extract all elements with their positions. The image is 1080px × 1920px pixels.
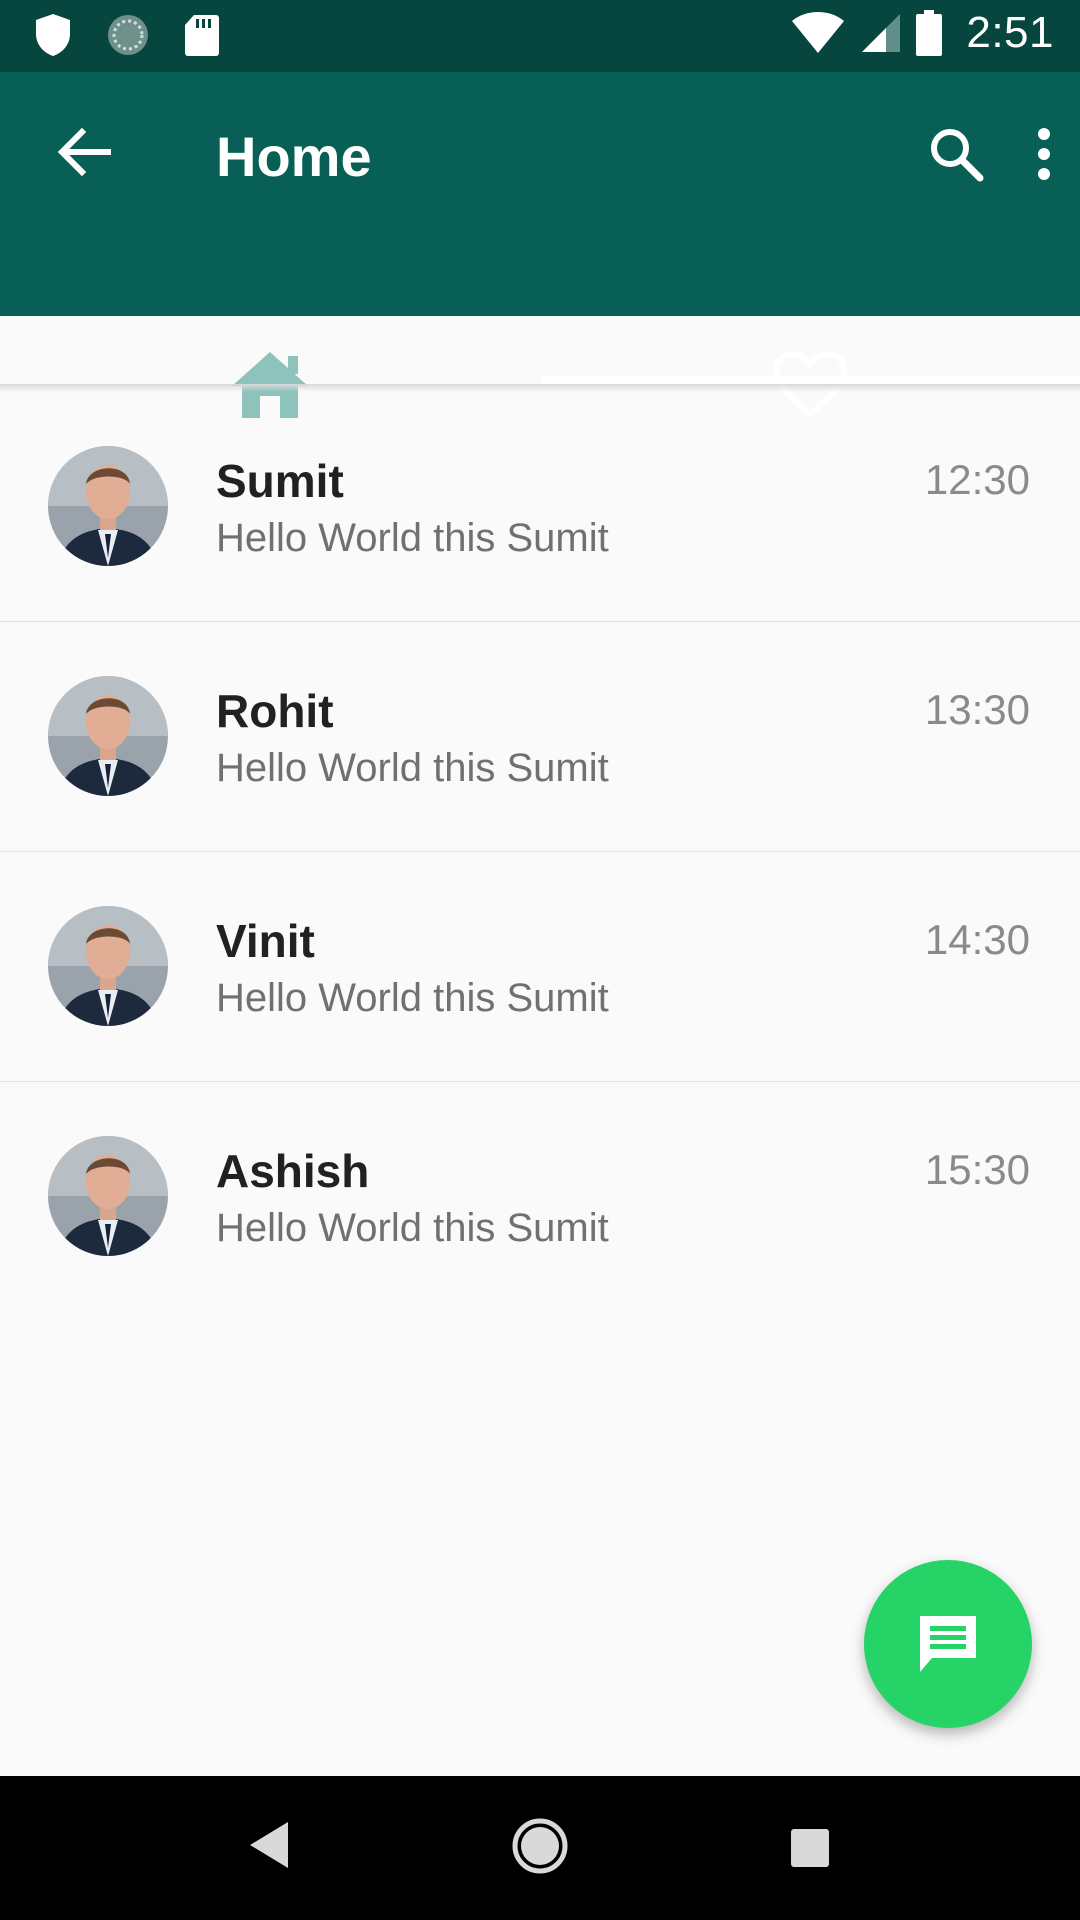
sd-card-icon (185, 15, 219, 56)
chat-name: Ashish (216, 1145, 370, 1197)
chat-message: Hello World this Sumit (216, 746, 609, 790)
chat-name: Rohit (216, 685, 334, 737)
system-nav-bar (0, 1776, 1080, 1920)
chat-row[interactable]: Sumit Hello World this Sumit 12:30 (0, 392, 1080, 622)
nav-home-icon[interactable] (510, 1816, 570, 1876)
back-arrow-icon[interactable] (52, 120, 116, 184)
status-bar: 2:51 (0, 0, 1080, 72)
search-icon[interactable] (926, 124, 986, 184)
chat-name: Vinit (216, 915, 315, 967)
screen: 2:51 Home Sumit Hello World this Sumit 1… (0, 0, 1080, 1920)
tab-favorites[interactable] (540, 256, 1080, 417)
chat-time: 13:30 (924, 686, 1030, 733)
avatar (48, 1136, 168, 1256)
status-right-icons: 2:51 (790, 8, 1054, 58)
chat-row[interactable]: Vinit Hello World this Sumit 14:30 (0, 852, 1080, 1082)
status-left-icons (34, 12, 220, 58)
page-title: Home (216, 125, 372, 188)
signal-icon (862, 14, 901, 52)
chat-time: 15:30 (924, 1146, 1030, 1193)
tab-indicator (541, 376, 1080, 384)
battery-icon (916, 10, 943, 56)
chat-row[interactable]: Ashish Hello World this Sumit 15:30 (0, 1082, 1080, 1312)
message-icon (920, 1616, 976, 1672)
chat-message: Hello World this Sumit (216, 976, 609, 1020)
more-vert-icon[interactable] (1022, 124, 1066, 184)
status-time: 2:51 (966, 8, 1054, 57)
chat-row[interactable]: Rohit Hello World this Sumit 13:30 (0, 622, 1080, 852)
new-chat-fab[interactable] (864, 1560, 1032, 1728)
avatar (48, 906, 168, 1026)
sync-icon (108, 15, 148, 55)
shield-icon (36, 14, 70, 56)
app-bar-shadow (0, 384, 1080, 392)
avatar (48, 676, 168, 796)
avatar (48, 446, 168, 566)
chat-name: Sumit (216, 455, 344, 507)
nav-back-icon[interactable] (248, 1820, 290, 1870)
chat-time: 12:30 (924, 456, 1030, 503)
chat-message: Hello World this Sumit (216, 1206, 609, 1250)
tab-home[interactable] (0, 256, 540, 418)
wifi-icon (792, 12, 845, 53)
app-bar: Home (0, 72, 1080, 418)
nav-recents-icon[interactable] (790, 1828, 830, 1868)
chat-list: Sumit Hello World this Sumit 12:30 Rohit… (0, 392, 1080, 1312)
chat-time: 14:30 (924, 916, 1030, 963)
chat-message: Hello World this Sumit (216, 516, 609, 560)
